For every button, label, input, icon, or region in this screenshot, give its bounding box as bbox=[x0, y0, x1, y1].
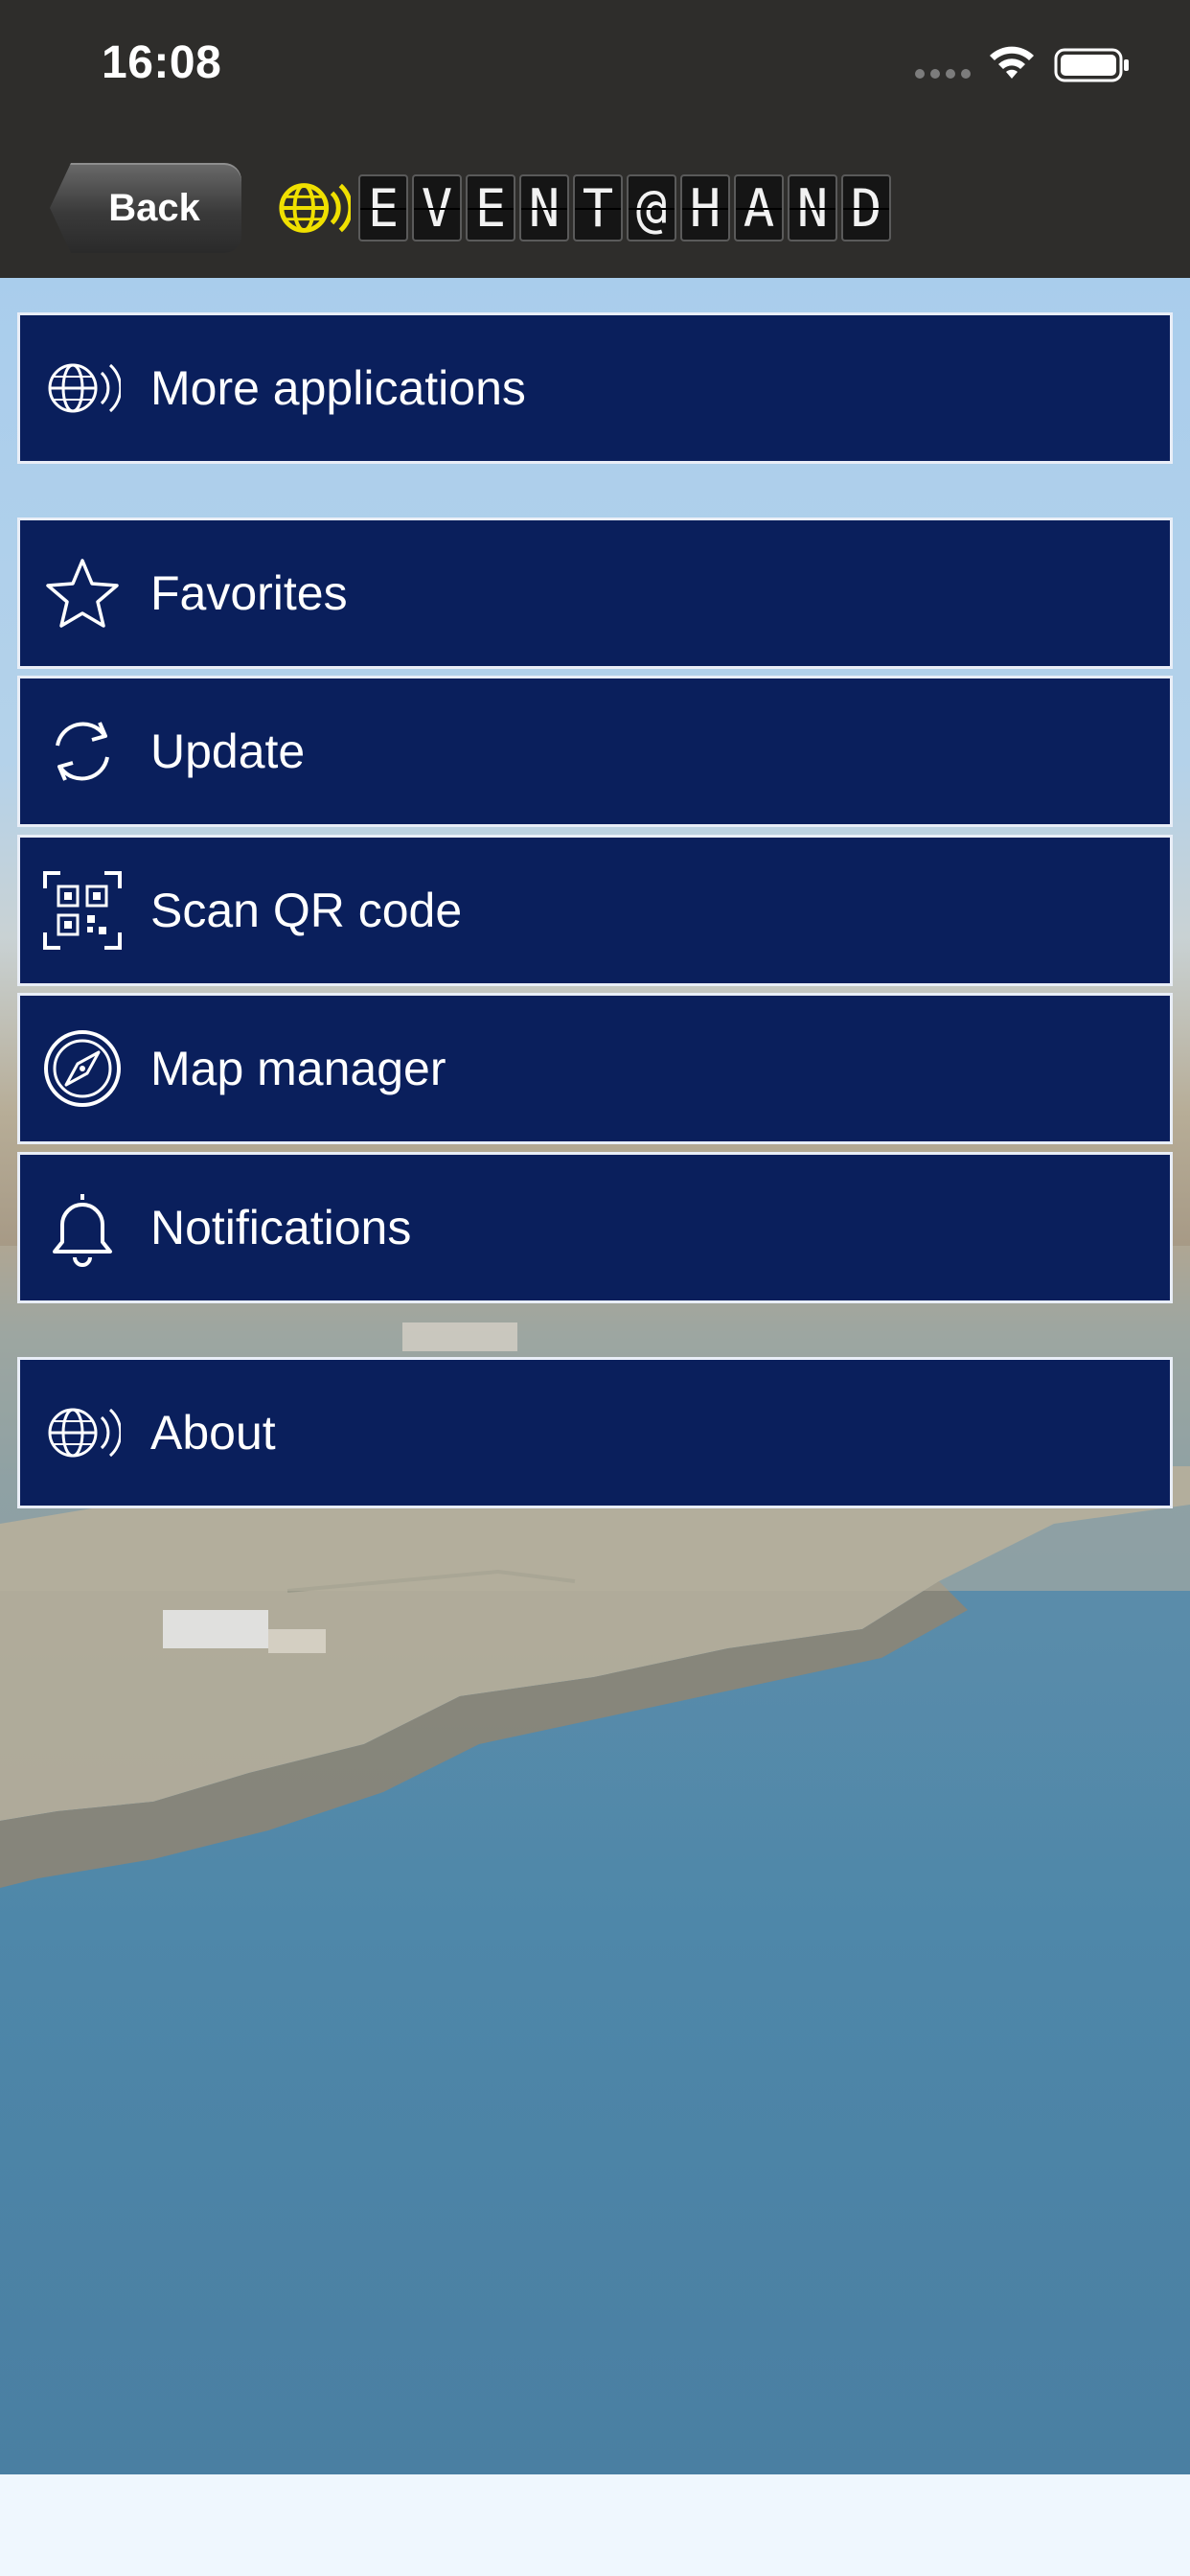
back-button-label: Back bbox=[108, 186, 200, 229]
cellular-signal-icon bbox=[915, 69, 971, 79]
back-button[interactable]: Back bbox=[50, 163, 241, 253]
qr-code-icon bbox=[41, 869, 124, 952]
logo-letter: A bbox=[734, 174, 784, 242]
bell-icon bbox=[41, 1186, 124, 1269]
menu-item-about[interactable]: About bbox=[17, 1357, 1173, 1508]
globe-icon bbox=[41, 1392, 124, 1474]
menu-item-scan-qr-code[interactable]: Scan QR code bbox=[17, 835, 1173, 986]
menu-item-label: Scan QR code bbox=[150, 884, 463, 937]
star-icon bbox=[41, 552, 124, 634]
menu-item-more-applications[interactable]: More applications bbox=[17, 312, 1173, 464]
logo-letter: N bbox=[788, 174, 837, 242]
menu-item-notifications[interactable]: Notifications bbox=[17, 1152, 1173, 1303]
logo-letter: T bbox=[573, 174, 623, 242]
globe-icon bbox=[279, 183, 351, 233]
menu-item-map-manager[interactable]: Map manager bbox=[17, 993, 1173, 1144]
menu-item-label: Favorites bbox=[150, 566, 348, 620]
logo-letter: V bbox=[412, 174, 462, 242]
status-time: 16:08 bbox=[102, 37, 222, 88]
logo-letter: E bbox=[358, 174, 408, 242]
menu-item-favorites[interactable]: Favorites bbox=[17, 518, 1173, 669]
compass-icon bbox=[41, 1027, 124, 1110]
menu-item-label: More applications bbox=[150, 361, 526, 415]
logo-letter: @ bbox=[627, 174, 676, 242]
menu-item-label: Notifications bbox=[150, 1201, 412, 1254]
logo-letter: E bbox=[466, 174, 515, 242]
menu-item-label: About bbox=[150, 1406, 276, 1460]
refresh-icon bbox=[41, 710, 124, 793]
event-at-hand-logo: E V E N T @ H A N D bbox=[276, 171, 891, 245]
wifi-icon bbox=[990, 46, 1034, 79]
menu-item-update[interactable]: Update bbox=[17, 676, 1173, 827]
logo-letter: D bbox=[841, 174, 891, 242]
top-bar: 16:08 Back E V E N T @ H A N D bbox=[0, 0, 1190, 278]
bottom-strip bbox=[0, 2474, 1190, 2576]
globe-icon bbox=[41, 347, 124, 429]
logo-letter: H bbox=[680, 174, 730, 242]
battery-icon bbox=[1054, 48, 1129, 82]
menu-item-label: Map manager bbox=[150, 1042, 446, 1095]
logo-letter: N bbox=[519, 174, 569, 242]
menu-item-label: Update bbox=[150, 724, 306, 778]
